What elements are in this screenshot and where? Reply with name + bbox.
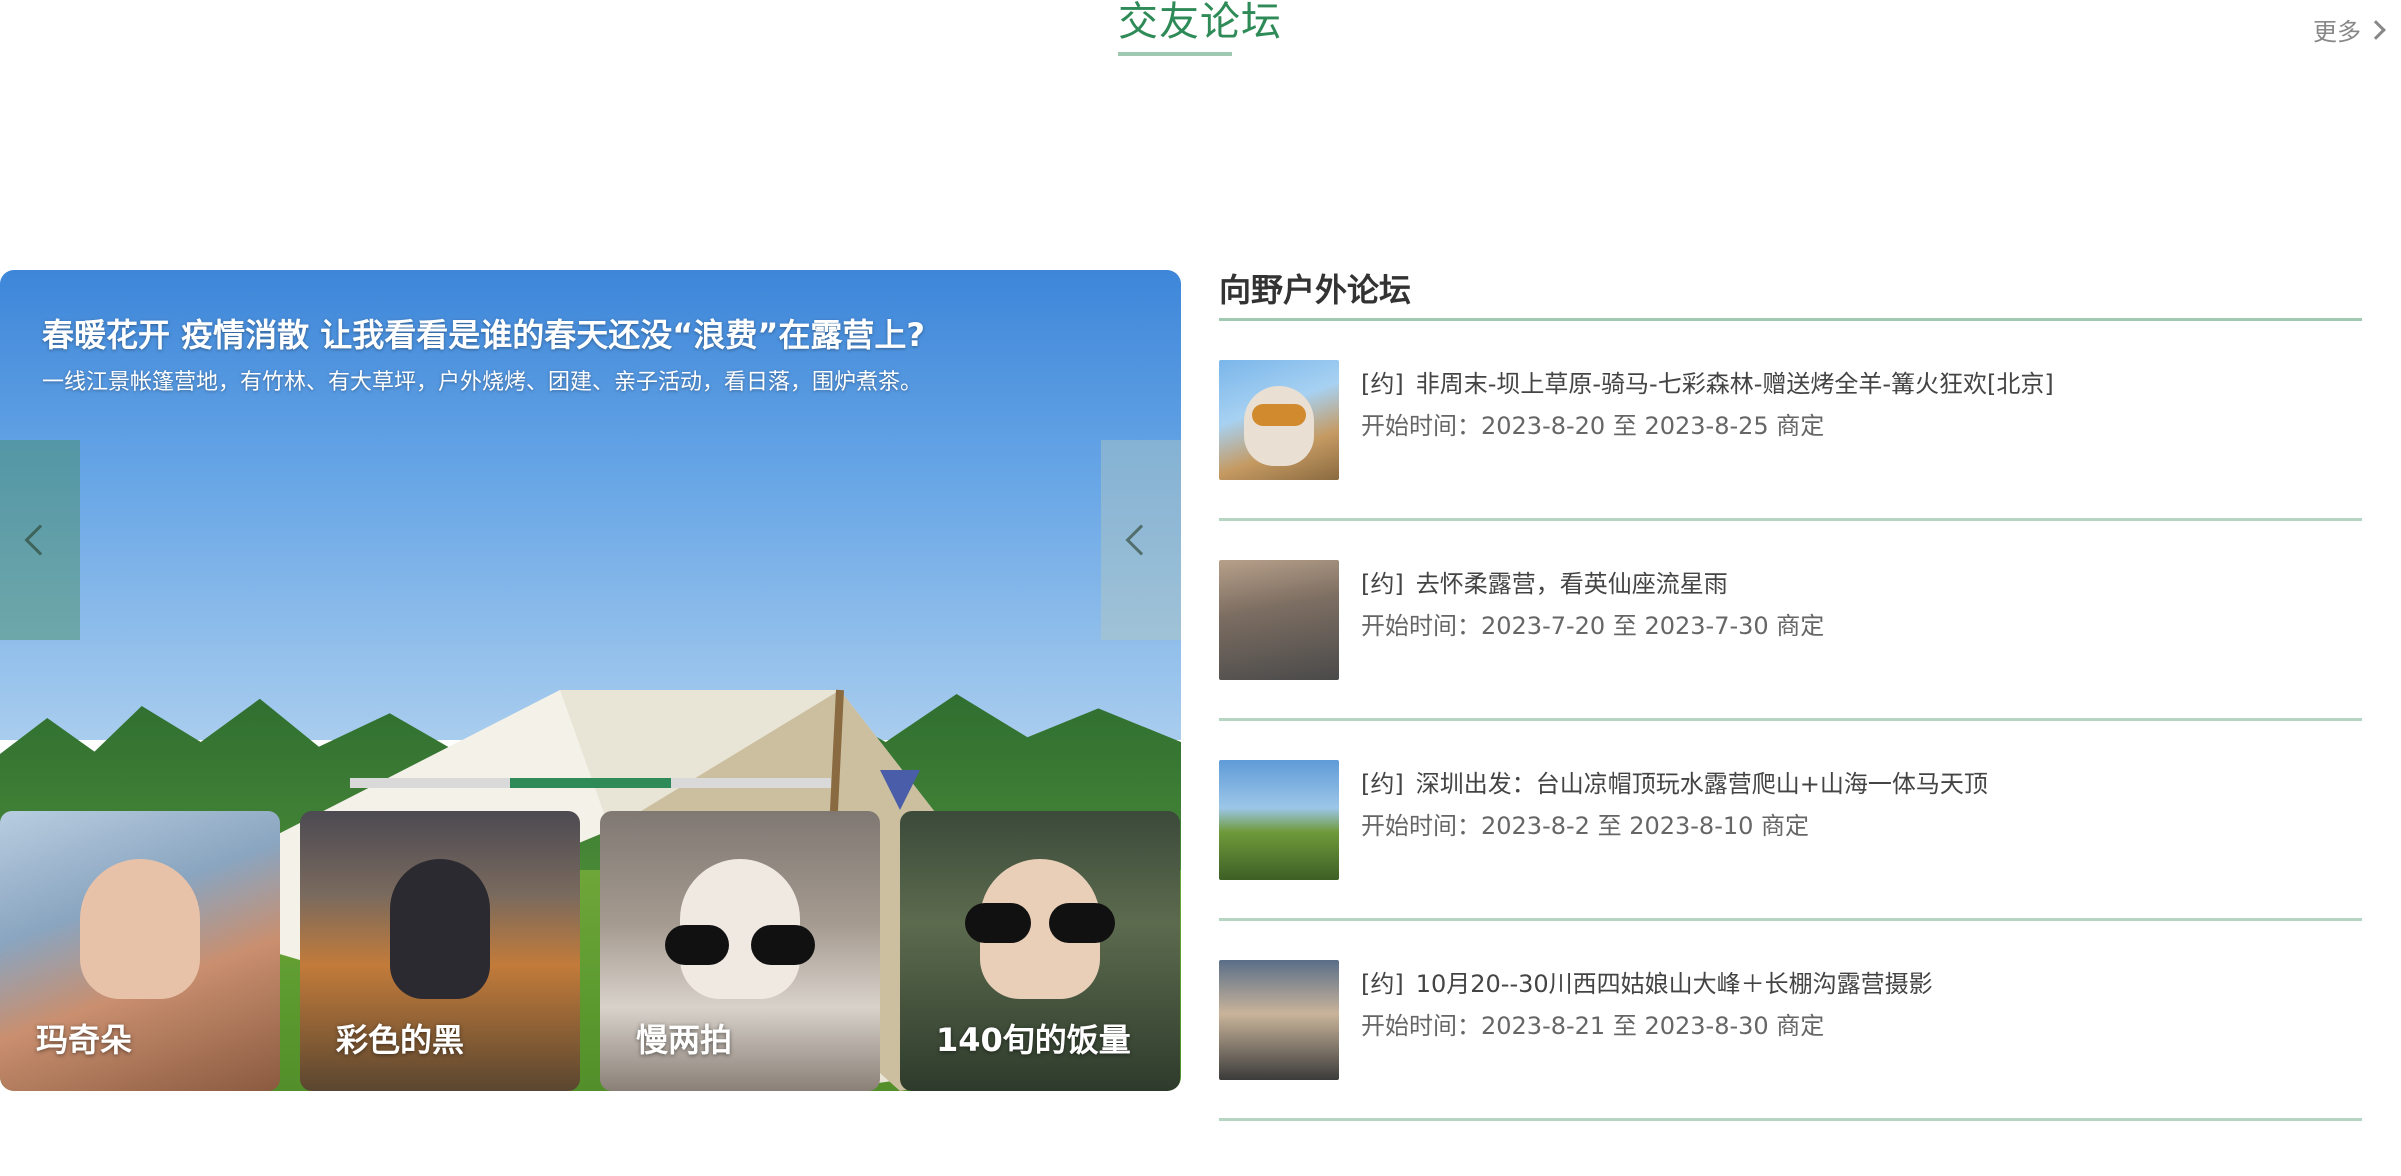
post-title-text: 去怀柔露营，看英仙座流星雨 [1415,570,1728,598]
slide-description: 一线江景帐篷营地，有竹林、有大草坪，户外烧烤、团建、亲子活动，看日落，围炉煮茶。 [42,370,923,395]
post-thumbnail[interactable] [1219,760,1339,880]
progress-segment[interactable] [350,778,511,788]
chevron-left-icon [24,524,56,556]
member-name: 玛奇朵 [36,1021,133,1059]
section-title-text: 交友论坛 [1118,0,1282,45]
more-label: 更多 [2313,18,2361,46]
member-card[interactable]: 慢两拍 [600,811,880,1091]
member-card[interactable]: 玛奇朵 [0,811,280,1091]
post-title[interactable]: [约] 去怀柔露营，看英仙座流星雨 [1361,566,1824,602]
section-title-underline [1118,52,1232,56]
forum-post[interactable]: [约] 去怀柔露营，看英仙座流星雨 开始时间：2023-7-20 至 2023-7… [1219,521,2362,721]
forum-header: 向野户外论坛 [1219,271,1412,309]
post-time: 开始时间：2023-8-2 至 2023-8-10 商定 [1361,812,1810,840]
post-title[interactable]: [约] 深圳出发：台山凉帽顶玩水露营爬山+山海一体马天顶 [1361,766,1988,802]
post-title-text: 深圳出发：台山凉帽顶玩水露营爬山+山海一体马天顶 [1415,770,1988,798]
post-time: 开始时间：2023-8-20 至 2023-8-25 商定 [1361,412,1825,440]
member-thumbnails: 玛奇朵 彩色的黑 慢两拍 140旬的饭量 [0,811,1181,1091]
post-title[interactable]: [约] 10月20--30川西四姑娘山大峰＋长棚沟露营摄影 [1361,966,1933,1002]
post-title[interactable]: [约] 非周末-坝上草原-骑马-七彩森林-赠送烤全羊-篝火狂欢[北京] [1361,366,2054,402]
forum-post[interactable]: [约] 深圳出发：台山凉帽顶玩水露营爬山+山海一体马天顶 开始时间：2023-8-… [1219,721,2362,921]
post-thumbnail[interactable] [1219,560,1339,680]
slide-title[interactable]: 春暖花开 疫情消散 让我看看是谁的春天还没“浪费”在露营上? [42,310,925,356]
post-info: [约] 10月20--30川西四姑娘山大峰＋长棚沟露营摄影 开始时间：2023-8… [1361,960,1933,1044]
section-title: 交友论坛 [1118,0,1282,60]
post-info: [约] 非周末-坝上草原-骑马-七彩森林-赠送烤全羊-篝火狂欢[北京] 开始时间：… [1361,360,2054,444]
post-time: 开始时间：2023-8-21 至 2023-8-30 商定 [1361,1012,1825,1040]
featured-carousel[interactable]: 春暖花开 疫情消散 让我看看是谁的春天还没“浪费”在露营上? 一线江景帐篷营地，… [0,270,1181,1091]
post-info: [约] 去怀柔露营，看英仙座流星雨 开始时间：2023-7-20 至 2023-7… [1361,560,1824,644]
post-info: [约] 深圳出发：台山凉帽顶玩水露营爬山+山海一体马天顶 开始时间：2023-8-… [1361,760,1988,844]
member-name: 彩色的黑 [336,1021,465,1059]
member-card[interactable]: 彩色的黑 [300,811,580,1091]
post-tag: [约] [1361,970,1404,998]
post-time: 开始时间：2023-7-20 至 2023-7-30 商定 [1361,612,1825,640]
member-name: 140旬的饭量 [936,1021,1131,1059]
forum-post[interactable]: [约] 10月20--30川西四姑娘山大峰＋长棚沟露营摄影 开始时间：2023-8… [1219,921,2362,1121]
slide-caption: 春暖花开 疫情消散 让我看看是谁的春天还没“浪费”在露营上? 一线江景帐篷营地，… [42,310,925,396]
post-tag: [约] [1361,370,1404,398]
carousel-prev-button[interactable] [0,440,80,640]
post-tag: [约] [1361,770,1404,798]
bunny-image [1244,386,1314,466]
member-photo [390,858,490,999]
post-thumbnail[interactable] [1219,360,1339,480]
carousel-next-button[interactable] [1101,440,1181,640]
member-photo [80,858,200,999]
progress-segment-active[interactable] [510,778,671,788]
member-name: 慢两拍 [636,1021,733,1059]
member-card[interactable]: 140旬的饭量 [900,811,1180,1091]
more-link[interactable]: 更多 [2313,12,2386,47]
carousel-progress [350,778,831,788]
post-title-text: 非周末-坝上草原-骑马-七彩森林-赠送烤全羊-篝火狂欢[北京] [1415,370,2054,398]
sunglasses-graphic [665,925,815,966]
progress-segment[interactable] [670,778,831,788]
sunglasses-graphic [965,903,1115,943]
chevron-left-icon [1125,524,1157,556]
forum-panel: 向野户外论坛 [约] 非周末-坝上草原-骑马-七彩森林-赠送烤全羊-篝火狂欢[北京… [1219,262,2362,1121]
post-tag: [约] [1361,570,1404,598]
post-thumbnail[interactable] [1219,960,1339,1080]
forum-post[interactable]: [约] 非周末-坝上草原-骑马-七彩森林-赠送烤全羊-篝火狂欢[北京] 开始时间：… [1219,321,2362,521]
chevron-right-icon [2366,19,2386,40]
post-title-text: 10月20--30川西四姑娘山大峰＋长棚沟露营摄影 [1415,970,1933,998]
